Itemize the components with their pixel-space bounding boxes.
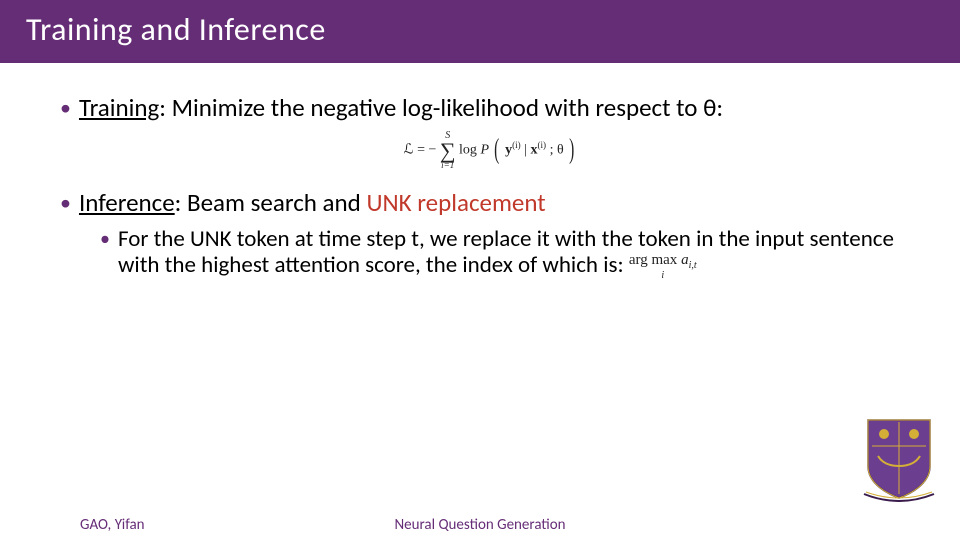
training-label: Training [79, 92, 159, 123]
bullet-training-text: Training: Minimize the negative log-like… [79, 93, 920, 123]
inference-unk: UNK replacement [366, 187, 545, 218]
inference-rest: : Beam search and [175, 187, 367, 218]
slide-body: • Training: Minimize the negative log-li… [0, 63, 960, 281]
formula-log: log [459, 143, 480, 158]
formula-bar: | [524, 143, 527, 158]
inference-label: Inference [79, 187, 175, 218]
training-rest: : Minimize the negative log-likelihood w… [159, 92, 723, 123]
footer-author: GAO, Yifan [80, 516, 145, 534]
bullet-inference: • Inference: Beam search and UNK replace… [60, 188, 920, 218]
sub-bullet-body: For the UNK token at time step t, we rep… [118, 225, 894, 279]
sigma-icon: S ∑ i=1 [440, 131, 456, 170]
sub-bullet-unk: • For the UNK token at time step t, we r… [100, 226, 920, 281]
bullet-training: • Training: Minimize the negative log-li… [60, 93, 920, 123]
bullet-dot-icon: • [60, 93, 71, 123]
university-crest-icon [862, 416, 936, 502]
sub-bullet-text: For the UNK token at time step t, we rep… [118, 226, 920, 281]
bullet-inference-text: Inference: Beam search and UNK replaceme… [79, 188, 920, 218]
argmax-formula: arg max ai,t i [629, 253, 697, 281]
formula-theta: ; θ [550, 143, 564, 158]
lparen-icon: ( [494, 139, 499, 161]
formula-y-sup: (i) [512, 140, 521, 150]
bullet-dot-icon: • [100, 226, 110, 252]
slide-footer: GAO, Yifan Neural Question Generation [0, 512, 960, 540]
rparen-icon: ) [569, 139, 574, 161]
loss-formula: ℒ = − S ∑ i=1 log P ( y(i) | x(i) ; θ ) [60, 131, 920, 170]
bullet-dot-icon: • [60, 188, 71, 218]
slide-title: Training and Inference [0, 0, 960, 63]
formula-lhs: ℒ = − [403, 143, 436, 158]
formula-p: P [480, 143, 492, 158]
footer-project: Neural Question Generation [394, 516, 565, 534]
formula-x-sup: (i) [537, 140, 546, 150]
